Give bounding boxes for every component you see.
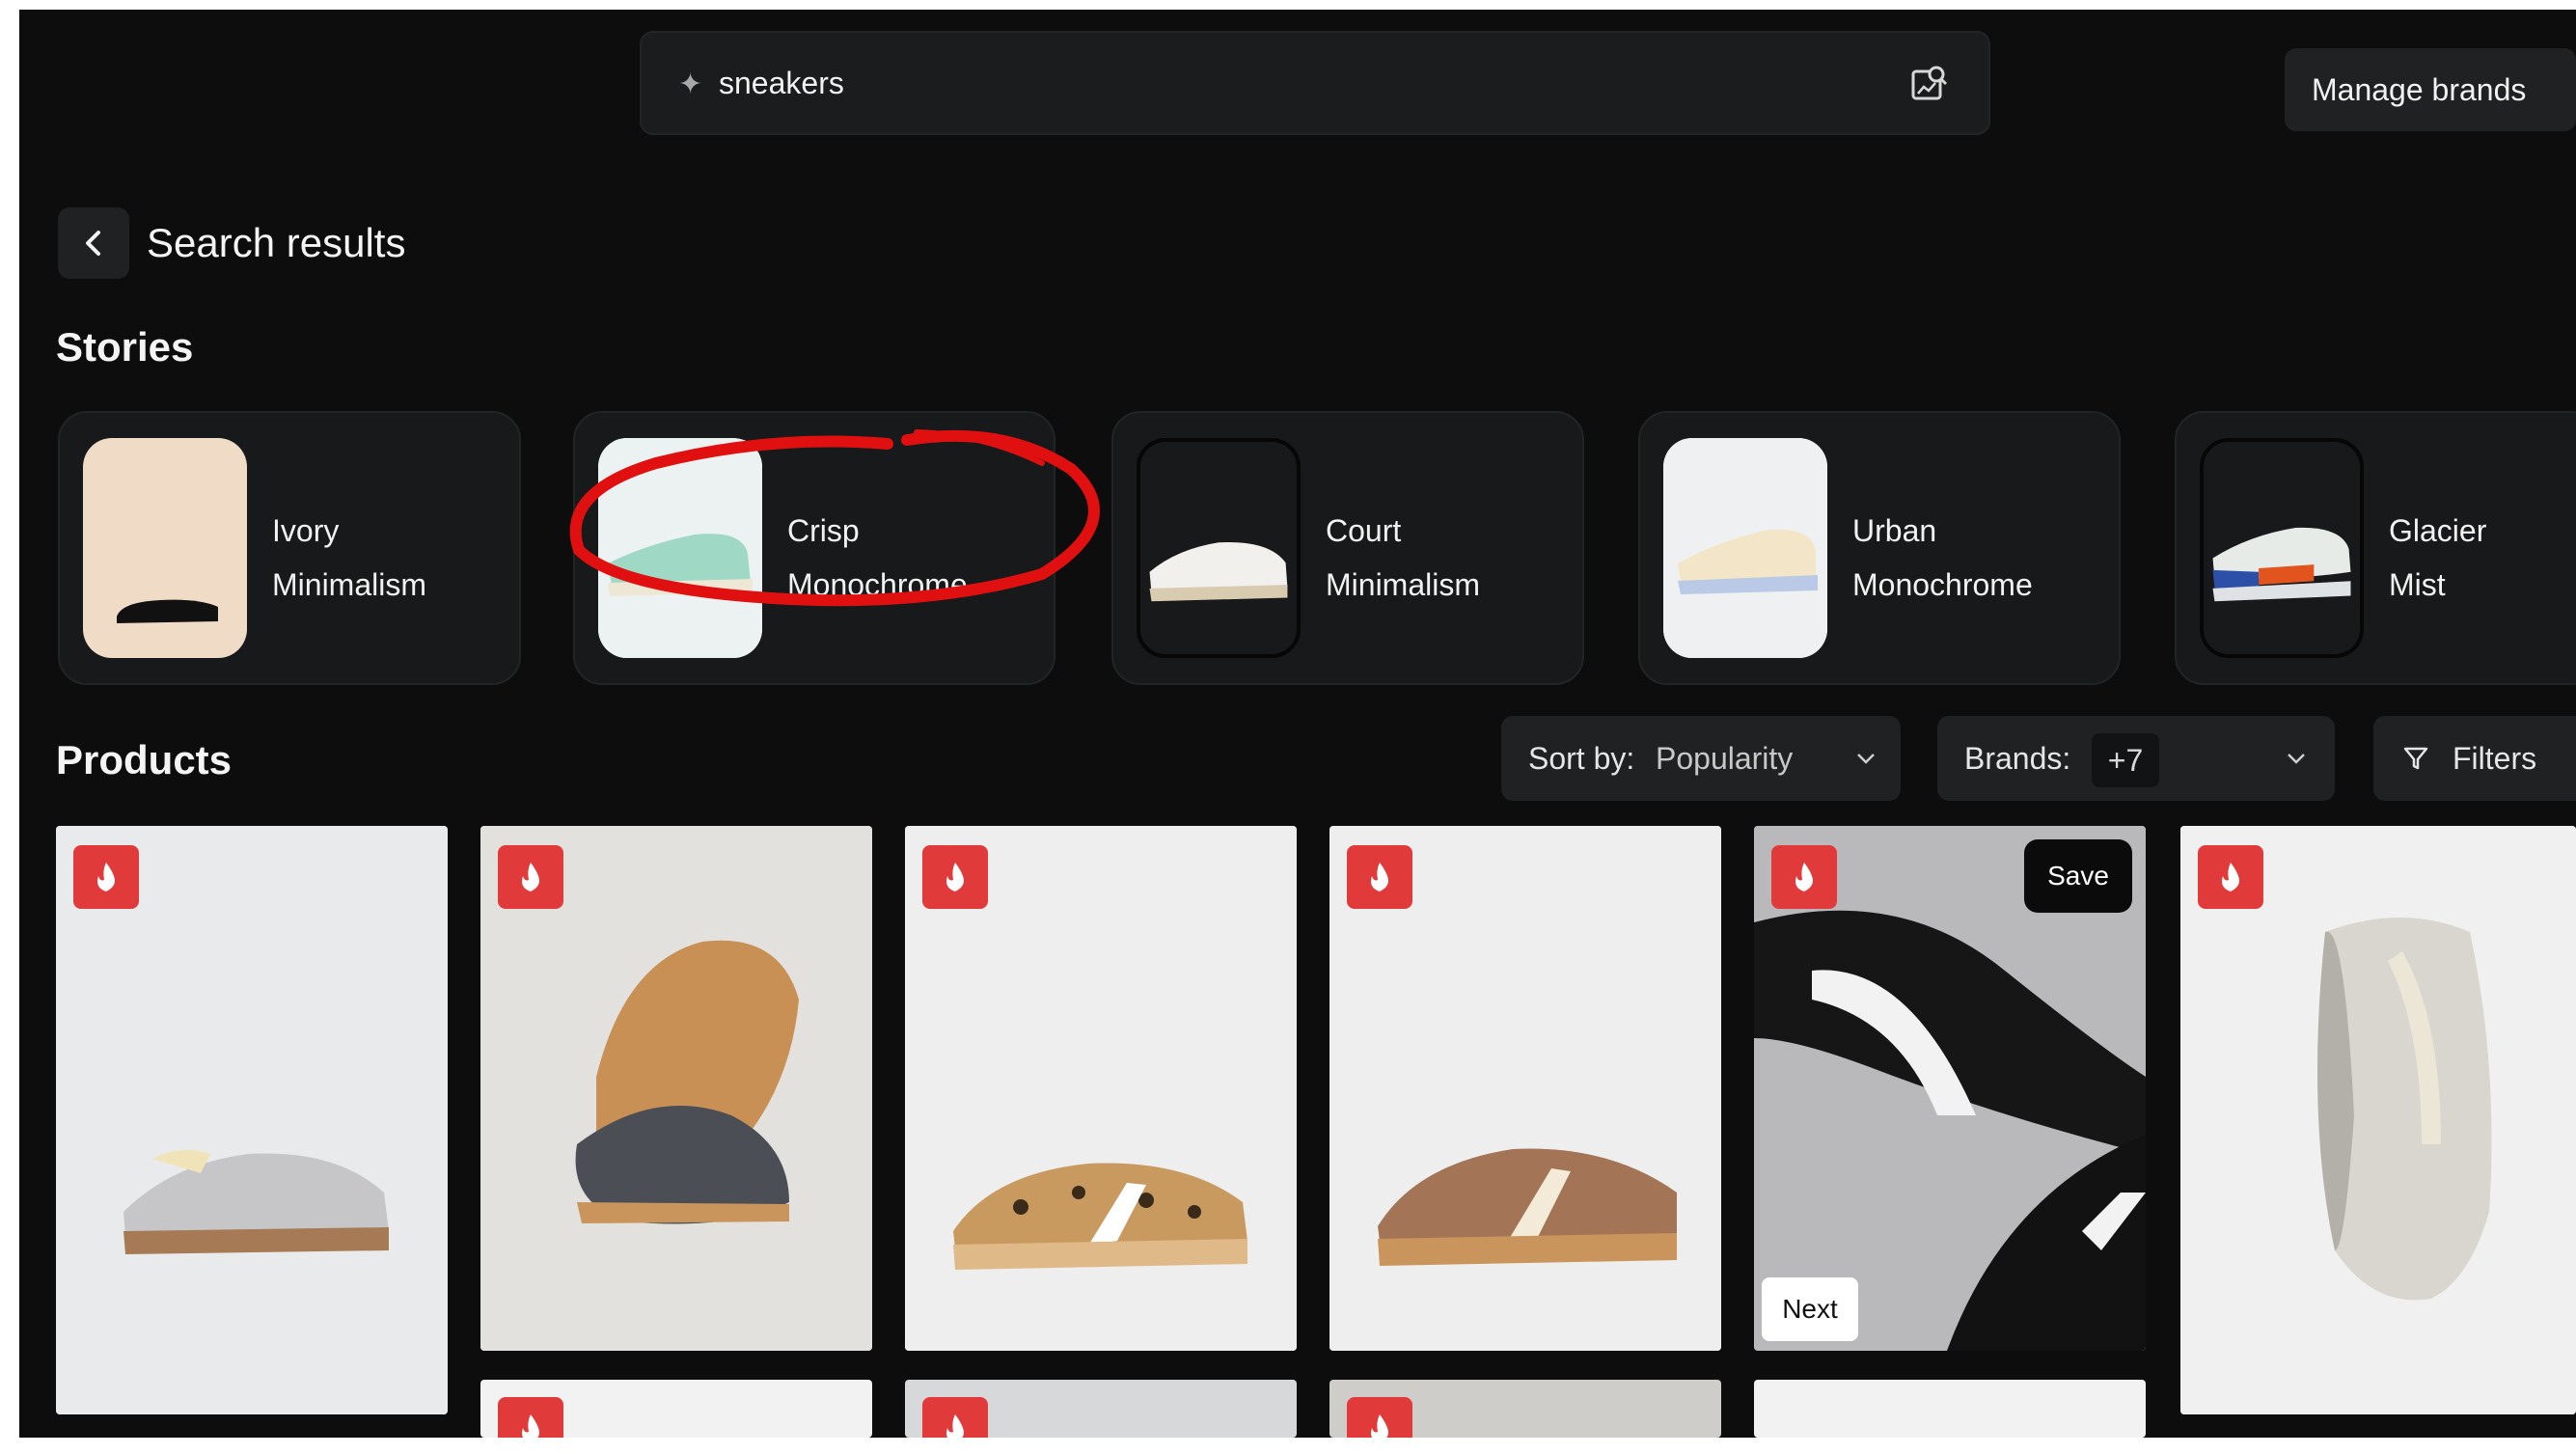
product-card[interactable]: [1329, 1380, 1721, 1438]
flame-icon: [522, 1414, 539, 1438]
hot-badge: [2198, 845, 2263, 909]
product-image: [2180, 826, 2576, 1414]
story-title-line2: Mist: [2389, 567, 2446, 602]
story-thumbnail: [598, 438, 762, 658]
app-window: ✦ sneakers Manage brands Search results …: [19, 10, 2576, 1438]
story-title-line1: Court: [1326, 513, 1402, 548]
products-title: Products: [56, 737, 233, 782]
hot-badge: [1771, 845, 1837, 909]
story-thumbnail: [1137, 438, 1301, 658]
story-title-line1: Urban: [1852, 513, 1937, 548]
back-button[interactable]: [58, 207, 129, 279]
sort-dropdown[interactable]: Sort by: Popularity: [1501, 716, 1901, 801]
search-query[interactable]: sneakers: [719, 66, 844, 101]
sort-label: Sort by:: [1528, 741, 1635, 776]
chevron-down-icon: [1857, 754, 1875, 764]
flame-icon: [522, 863, 539, 892]
manage-brands-button[interactable]: Manage brands: [2285, 48, 2576, 131]
flame-icon: [97, 863, 115, 892]
story-title-line2: Minimalism: [1326, 567, 1480, 602]
hot-badge: [73, 845, 139, 909]
story-title-line1: Ivory: [272, 513, 340, 548]
hot-badge: [1347, 845, 1412, 909]
product-card[interactable]: [1754, 1380, 2146, 1438]
product-card[interactable]: [480, 826, 872, 1351]
flame-icon: [946, 863, 964, 892]
product-card[interactable]: [1329, 826, 1721, 1351]
product-card[interactable]: Save Next: [1754, 826, 2146, 1351]
story-card-glacier-mist[interactable]: Glacier Mist: [2175, 411, 2576, 685]
filter-icon: [2403, 747, 2428, 770]
flame-icon: [1795, 863, 1813, 892]
hot-badge: [498, 845, 563, 909]
filters-label: Filters: [2453, 741, 2537, 776]
story-card-ivory-minimalism[interactable]: Ivory Minimalism: [58, 411, 521, 685]
page-title: Search results: [147, 220, 406, 265]
product-card[interactable]: [905, 826, 1297, 1351]
sparkle-icon: ✦: [678, 69, 703, 100]
story-title-line2: Minimalism: [272, 567, 426, 602]
story-card-crisp-monochrome[interactable]: Crisp Monochrome: [573, 411, 1055, 685]
product-image: [56, 826, 448, 1414]
next-button[interactable]: Next: [1762, 1277, 1858, 1341]
product-card[interactable]: [56, 826, 448, 1414]
sort-value: Popularity: [1656, 741, 1794, 776]
story-thumbnail: [1663, 438, 1827, 658]
filters-button[interactable]: Filters: [2373, 716, 2576, 801]
story-card-court-minimalism[interactable]: Court Minimalism: [1111, 411, 1584, 685]
search-bar[interactable]: ✦ sneakers: [640, 31, 1990, 135]
story-title-line1: Glacier: [2389, 513, 2487, 548]
hot-badge: [1347, 1397, 1412, 1438]
story-title-line2: Monochrome: [1852, 567, 2033, 602]
product-card[interactable]: [2180, 826, 2576, 1414]
image-search-icon[interactable]: [1909, 64, 1950, 104]
story-thumbnail: [83, 438, 247, 658]
brands-dropdown[interactable]: Brands: +7: [1937, 716, 2335, 801]
hot-badge: [922, 1397, 988, 1438]
story-title-line2: Monochrome: [787, 567, 968, 602]
stories-title: Stories: [56, 324, 194, 370]
hot-badge: [922, 845, 988, 909]
story-title-line1: Crisp: [787, 513, 860, 548]
chevron-down-icon: [2288, 754, 2305, 764]
story-card-urban-monochrome[interactable]: Urban Monochrome: [1638, 411, 2121, 685]
brands-label: Brands:: [1964, 741, 2071, 776]
product-card[interactable]: [905, 1380, 1297, 1438]
brands-count-chip: +7: [2092, 733, 2159, 787]
product-card[interactable]: [480, 1380, 872, 1438]
story-thumbnail: [2200, 438, 2364, 658]
save-button[interactable]: Save: [2024, 839, 2132, 913]
flame-icon: [1371, 1414, 1388, 1438]
chevron-left-icon: [86, 231, 100, 256]
flame-icon: [2222, 863, 2239, 892]
flame-icon: [1371, 863, 1388, 892]
flame-icon: [946, 1414, 964, 1438]
hot-badge: [498, 1397, 563, 1438]
